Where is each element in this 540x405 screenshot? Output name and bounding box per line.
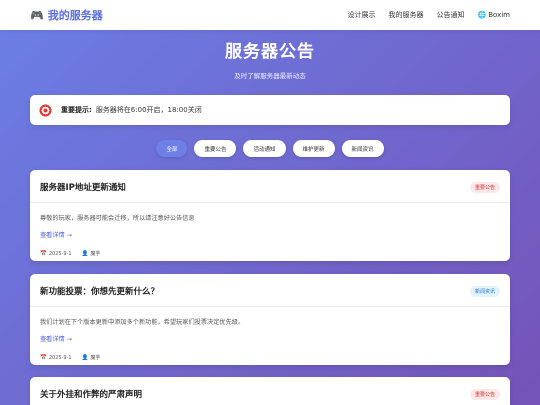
- date-text: 2025-9-1: [48, 250, 72, 257]
- author-meta: 👤 魔芋: [81, 354, 101, 362]
- filter-events-button[interactable]: 活动通知: [243, 140, 286, 157]
- navbar: 🎮 我的服务器 设计展示 我的服务器 公告通知 🌐 Boxim: [0, 0, 540, 30]
- notice-label: 重要提示:: [61, 106, 92, 114]
- card-header: 服务器IP地址更新通知 重要公告: [30, 170, 510, 203]
- card-title[interactable]: 服务器IP地址更新通知: [40, 181, 126, 193]
- card-text: 尊敬的玩家，服务器可能会迁移，所以请注意好公告信息: [40, 215, 195, 222]
- nav-links: 设计展示 我的服务器 公告通知 🌐 Boxim: [348, 10, 511, 20]
- author-text: 魔芋: [90, 251, 101, 257]
- announcement-card: 服务器IP地址更新通知 重要公告 尊敬的玩家，服务器可能会迁移，所以请注意好公告…: [30, 170, 510, 261]
- filter-important-button[interactable]: 重要公告: [194, 140, 237, 157]
- date-meta: 📅 2025-9-1: [40, 354, 72, 361]
- hero: 服务器公告 及时了解服务器最新动态: [0, 37, 540, 80]
- filter-maintenance-button[interactable]: 维护更新: [292, 140, 335, 157]
- calendar-icon: 📅: [40, 250, 47, 257]
- card-meta: 📅 2025-9-1 👤 魔芋: [40, 345, 500, 365]
- user-icon: 👤: [81, 250, 89, 257]
- nav-link-my-server[interactable]: 我的服务器: [389, 10, 424, 20]
- globe-icon: 🌐: [477, 11, 487, 19]
- brand[interactable]: 🎮 我的服务器: [30, 7, 103, 23]
- category-badge: 重要公告: [469, 181, 500, 193]
- read-more-link[interactable]: 查看详情 →: [40, 334, 72, 343]
- author-meta: 👤 魔芋: [81, 250, 101, 258]
- card-header: 关于外挂和作弊的严肃声明 重要公告: [30, 377, 510, 405]
- brand-title: 我的服务器: [47, 9, 103, 22]
- notice-text: 服务器将在6:00开启，18:00关闭: [95, 106, 202, 114]
- calendar-icon: 📅: [40, 354, 47, 361]
- nav-link-design[interactable]: 设计展示: [348, 10, 376, 20]
- user-icon: 👤: [81, 354, 89, 361]
- language-switcher[interactable]: 🌐 Boxim: [478, 11, 511, 19]
- date-meta: 📅 2025-9-1: [40, 250, 72, 257]
- card-title[interactable]: 新功能投票：你想先更新什么？: [40, 285, 159, 297]
- target-icon: [38, 102, 53, 118]
- card-body: 尊敬的玩家，服务器可能会迁移，所以请注意好公告信息 查看详情 → 📅 2025-…: [30, 203, 510, 261]
- page-title: 服务器公告: [225, 42, 315, 62]
- card-body: 我们计划在下个版本更新中添加多个新功能，希望玩家们投票决定优先级。 查看详情 →…: [30, 307, 510, 365]
- important-notice: 重要提示: 服务器将在6:00开启，18:00关闭: [30, 95, 510, 125]
- announcement-card: 关于外挂和作弊的严肃声明 重要公告: [30, 377, 510, 405]
- language-label: Boxim: [488, 11, 510, 19]
- card-title[interactable]: 关于外挂和作弊的严肃声明: [40, 388, 142, 400]
- filter-news-button[interactable]: 新闻资讯: [341, 140, 384, 157]
- filter-all-button[interactable]: 全部: [156, 140, 188, 157]
- category-badge: 新闻资讯: [469, 285, 500, 297]
- author-text: 魔芋: [90, 355, 101, 361]
- announcement-card: 新功能投票：你想先更新什么？ 新闻资讯 我们计划在下个版本更新中添加多个新功能，…: [30, 274, 510, 365]
- nav-link-announcements[interactable]: 公告通知: [437, 10, 465, 20]
- read-more-link[interactable]: 查看详情 →: [40, 230, 72, 239]
- card-text: 我们计划在下个版本更新中添加多个新功能，希望玩家们投票决定优先级。: [40, 319, 245, 326]
- date-text: 2025-9-1: [48, 354, 72, 361]
- gamepad-icon: 🎮: [30, 8, 44, 22]
- filter-bar: 全部 重要公告 活动通知 维护更新 新闻资讯: [0, 140, 540, 157]
- category-badge: 重要公告: [469, 388, 500, 400]
- page-subtitle: 及时了解服务器最新动态: [234, 72, 306, 80]
- card-header: 新功能投票：你想先更新什么？ 新闻资讯: [30, 274, 510, 307]
- card-meta: 📅 2025-9-1 👤 魔芋: [40, 241, 500, 261]
